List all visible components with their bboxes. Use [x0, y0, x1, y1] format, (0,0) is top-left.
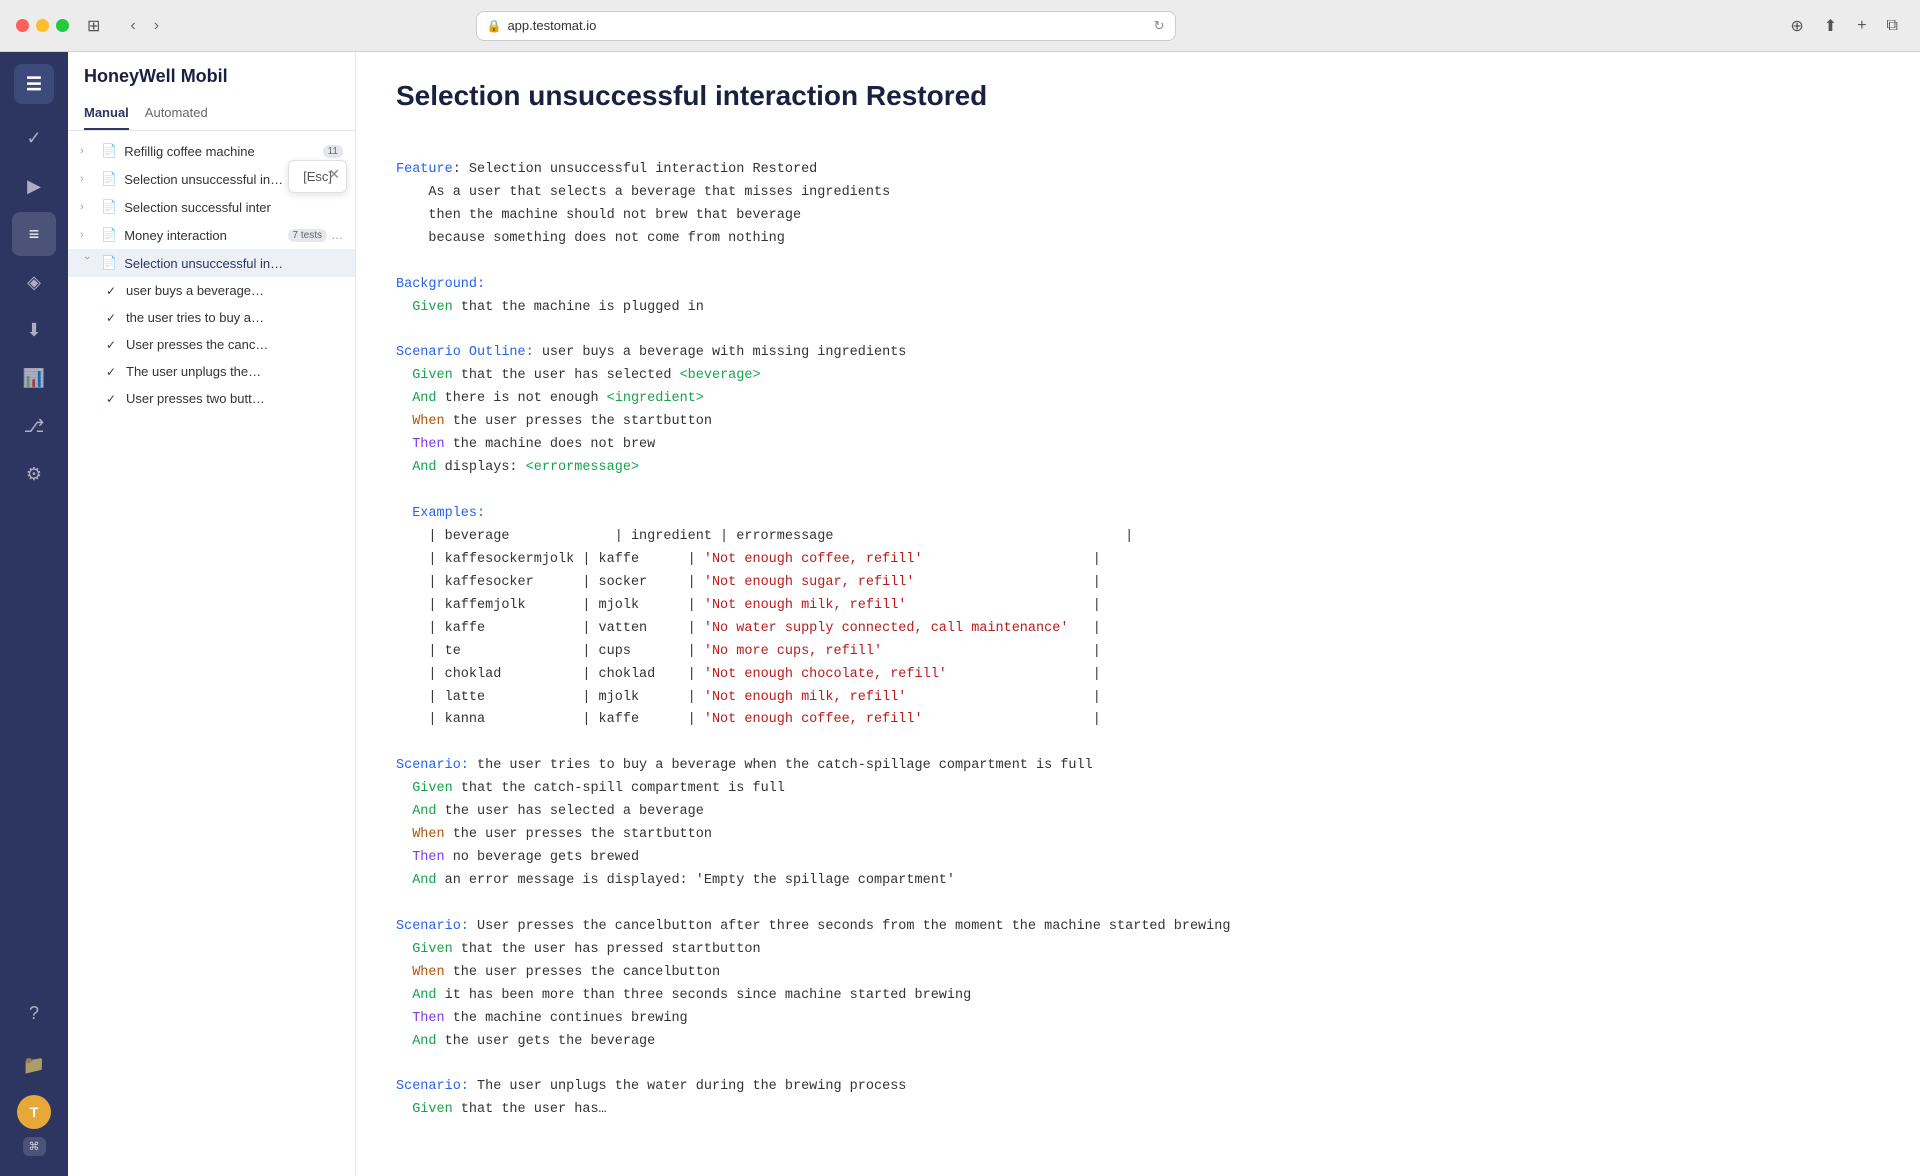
tab-automated[interactable]: Automated [145, 97, 208, 130]
sidebar-item-dashboard[interactable]: ✓ [12, 116, 56, 160]
tree-item-selection-successful[interactable]: › 📄 Selection successful inter [68, 193, 355, 221]
tree-item-selection-unsuccessful-expanded[interactable]: › 📄 Selection unsuccessful in… [68, 249, 355, 277]
tree-subitem-user-presses-two[interactable]: ✓ User presses two butt… [68, 385, 355, 412]
chevron-right-icon: › [80, 145, 94, 157]
file-icon: 📄 [101, 171, 117, 187]
tree-item-label: user buys a beverage… [126, 283, 343, 298]
tree-subitem-user-buys[interactable]: ✓ user buys a beverage… [68, 277, 355, 304]
browser-actions: ⊕ ⬆ + ⧉ [1784, 13, 1904, 39]
file-icon: 📄 [101, 199, 117, 215]
sidebar-item-git[interactable]: ⎇ [12, 404, 56, 448]
browser-chrome: ⊞ ‹ › 🔒 app.testomat.io ↻ ⊕ ⬆ + ⧉ [0, 0, 1920, 52]
tree-item-label: The user unplugs the… [126, 364, 343, 379]
tree-item-badge: 7 tests [288, 229, 327, 242]
chevron-right-icon: › [80, 173, 94, 185]
tooltip-popup: ✕ [Esc] [288, 160, 347, 193]
file-icon: 📄 [101, 227, 117, 243]
tree-subitem-user-tries[interactable]: ✓ the user tries to buy a… [68, 304, 355, 331]
chevron-right-icon: › [80, 229, 94, 241]
sidebar-item-tests[interactable]: ≡ [12, 212, 56, 256]
check-icon: ✓ [106, 338, 122, 352]
app-logo[interactable]: ☰ [14, 64, 54, 104]
browser-navigation: ‹ › [124, 14, 165, 38]
extensions-button[interactable]: ⊕ [1784, 13, 1809, 39]
sidebar-item-settings[interactable]: ⚙ [12, 452, 56, 496]
tab-row: Manual Automated [68, 97, 355, 131]
check-icon: ✓ [106, 311, 122, 325]
sidebar-item-help[interactable]: ? [12, 991, 56, 1035]
file-icon: 📄 [101, 143, 117, 159]
sidebar-bottom: ? 📁 T ⌘ [12, 991, 56, 1164]
maximize-button[interactable] [56, 19, 69, 32]
user-avatar[interactable]: T [17, 1095, 51, 1129]
app-sidebar: ☰ ✓ ▶ ≡ ◈ ⬇ 📊 ⎇ ⚙ ? 📁 T ⌘ [0, 52, 68, 1176]
tree-item-label: User presses the canc… [126, 337, 343, 352]
keyboard-shortcut-hint[interactable]: ⌘ [23, 1137, 46, 1156]
check-icon: ✓ [106, 284, 122, 298]
sidebar-item-run[interactable]: ▶ [12, 164, 56, 208]
traffic-lights [16, 19, 69, 32]
lock-icon: 🔒 [487, 19, 502, 33]
tree-item-money-interaction[interactable]: › 📄 Money interaction 7 tests … [68, 221, 355, 249]
tree-panel: HoneyWell Mobil Manual Automated ✕ [Esc]… [68, 52, 356, 1176]
tree-subitem-user-unplugs[interactable]: ✓ The user unplugs the… [68, 358, 355, 385]
tooltip-close-button[interactable]: ✕ [328, 166, 340, 183]
new-tab-button[interactable]: + [1851, 13, 1872, 39]
forward-button[interactable]: › [148, 14, 165, 38]
check-icon: ✓ [106, 392, 122, 406]
tree-body: › 📄 Refillig coffee machine 11 › 📄 Selec… [68, 131, 355, 1176]
tree-item-label: Refillig coffee machine [124, 144, 314, 159]
project-name: HoneyWell Mobil [68, 52, 355, 97]
sidebar-item-suites[interactable]: ◈ [12, 260, 56, 304]
chevron-right-icon: › [80, 201, 94, 213]
check-icon: ✓ [106, 365, 122, 379]
tree-item-badge: 11 [323, 145, 343, 158]
url-text: app.testomat.io [507, 18, 596, 33]
code-block: Feature: Selection unsuccessful interact… [396, 136, 1880, 1122]
close-button[interactable] [16, 19, 29, 32]
tree-item-more: … [331, 228, 343, 242]
tab-manual[interactable]: Manual [84, 97, 129, 130]
tree-item-label: Money interaction [124, 228, 279, 243]
app-container: ☰ ✓ ▶ ≡ ◈ ⬇ 📊 ⎇ ⚙ ? 📁 T ⌘ HoneyWell Mobi… [0, 52, 1920, 1176]
main-content: Selection unsuccessful interaction Resto… [356, 52, 1920, 1176]
reload-button[interactable]: ↻ [1154, 18, 1165, 34]
page-title: Selection unsuccessful interaction Resto… [396, 80, 1880, 112]
tree-subitem-user-presses-cancel[interactable]: ✓ User presses the canc… [68, 331, 355, 358]
tree-item-label: Selection successful inter [124, 200, 343, 215]
back-button[interactable]: ‹ [124, 14, 141, 38]
tree-item-label: Selection unsuccessful in… [124, 256, 343, 271]
tree-item-label: the user tries to buy a… [126, 310, 343, 325]
share-button[interactable]: ⬆ [1818, 13, 1843, 39]
file-icon: 📄 [101, 255, 117, 271]
minimize-button[interactable] [36, 19, 49, 32]
windows-button[interactable]: ⧉ [1881, 13, 1904, 39]
tree-item-label: User presses two butt… [126, 391, 343, 406]
sidebar-item-import[interactable]: ⬇ [12, 308, 56, 352]
chevron-down-icon: › [81, 256, 93, 270]
sidebar-toggle-button[interactable]: ⊞ [81, 13, 106, 39]
address-bar[interactable]: 🔒 app.testomat.io ↻ [476, 11, 1176, 41]
sidebar-item-reports[interactable]: 📊 [12, 356, 56, 400]
sidebar-item-files[interactable]: 📁 [12, 1043, 56, 1087]
